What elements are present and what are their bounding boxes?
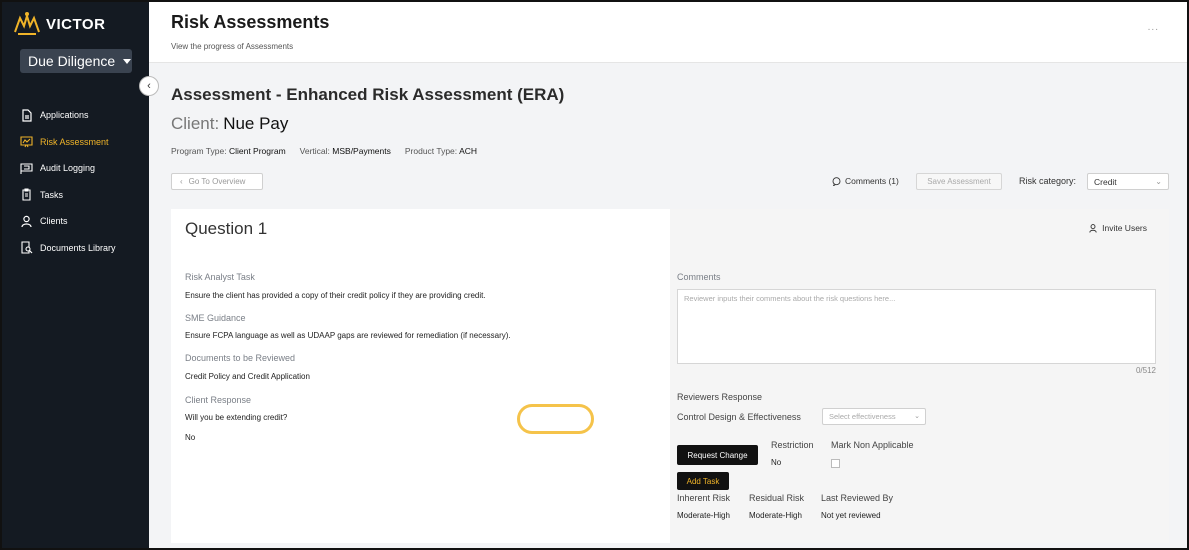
comments-textarea[interactable]: Reviewer inputs their comments about the… <box>677 289 1156 364</box>
character-counter: 0/512 <box>1135 366 1156 375</box>
sidebar-item-clients[interactable]: Clients <box>20 208 116 235</box>
risk-analyst-task-label: Risk Analyst Task <box>185 272 255 282</box>
sidebar: VICTOR Due Diligence Applications Risk A… <box>2 2 149 548</box>
sidebar-item-label: Documents Library <box>40 242 116 253</box>
program-type-value: Client Program <box>228 146 286 156</box>
question-title: Question 1 <box>185 219 268 238</box>
invite-users-label: Invite Users <box>1102 223 1147 233</box>
last-reviewed-label: Last Reviewed By <box>821 493 894 503</box>
sme-guidance-label: SME Guidance <box>185 313 246 323</box>
client-name: Nue Pay <box>223 114 289 133</box>
documents-reviewed-label: Documents to be Reviewed <box>185 353 296 363</box>
page-header: Risk Assessments View the progress of As… <box>149 2 1187 63</box>
risk-category-select[interactable]: Credit ⌄ <box>1087 173 1169 190</box>
documents-reviewed-text: Credit Policy and Credit Application <box>185 372 310 381</box>
inherent-risk-label: Inherent Risk <box>677 493 731 503</box>
vertical-label: Vertical: <box>299 146 330 156</box>
comments-button[interactable]: Comments (1) <box>832 176 899 186</box>
chevron-left-icon: ‹ <box>180 177 183 186</box>
invite-users-button[interactable]: Invite Users <box>1089 223 1147 233</box>
review-panel: Invite Users Comments Reviewer inputs th… <box>670 209 1169 543</box>
page-title: Risk Assessments <box>171 12 330 32</box>
client-question: Will you be extending credit? <box>185 413 288 422</box>
vertical: Vertical: MSB/Payments <box>300 146 391 156</box>
chevron-left-icon: ‹ <box>147 80 151 92</box>
clipboard-icon <box>22 188 31 201</box>
save-assessment-button[interactable]: Save Assessment <box>916 173 1002 190</box>
sidebar-item-audit-logging[interactable]: Audit Logging <box>20 155 116 182</box>
product-type: Product Type: ACH <box>405 146 477 156</box>
chevron-down-icon: ⌄ <box>914 413 920 420</box>
page-subtitle: View the progress of Assessments <box>171 42 294 51</box>
last-reviewed-value: Not yet reviewed <box>821 511 881 520</box>
assessment-title: Assessment - Enhanced Risk Assessment (E… <box>171 85 565 104</box>
sidebar-item-documents-library[interactable]: Documents Library <box>20 235 116 262</box>
program-type-label: Program Type: <box>171 146 227 156</box>
reviewers-response-label: Reviewers Response <box>677 392 763 402</box>
sidebar-collapse-button[interactable]: ‹ <box>139 76 159 96</box>
sidebar-nav: Applications Risk Assessment Audit Loggi… <box>20 102 116 261</box>
sidebar-item-label: Clients <box>40 216 68 227</box>
sidebar-item-label: Audit Logging <box>40 163 96 174</box>
user-icon <box>21 215 32 227</box>
go-to-overview-label: Go To Overview <box>188 177 246 186</box>
question-panel: Question 1 Risk Analyst Task Ensure the … <box>171 209 670 543</box>
add-task-button[interactable]: Add Task <box>677 472 729 490</box>
risk-analyst-task-text: Ensure the client has provided a copy of… <box>185 291 486 300</box>
add-task-highlight-ring <box>517 404 594 434</box>
program-type: Program Type: Client Program <box>171 146 286 156</box>
client-heading: Client: Nue Pay <box>171 114 288 134</box>
comments-label: Comments (1) <box>845 176 899 186</box>
brand-name: VICTOR <box>46 15 106 33</box>
inherent-risk-value: Moderate-High <box>677 511 730 520</box>
sidebar-item-tasks[interactable]: Tasks <box>20 182 116 209</box>
caret-down-icon <box>123 58 132 64</box>
restriction-value: No <box>771 458 782 467</box>
mark-non-applicable-checkbox[interactable] <box>831 459 840 468</box>
effectiveness-select[interactable]: Select effectiveness ⌄ <box>822 408 926 425</box>
sidebar-item-applications[interactable]: Applications <box>20 102 116 129</box>
sme-guidance-text: Ensure FCPA language as well as UDAAP ga… <box>185 331 511 340</box>
comments-label: Comments <box>677 272 721 282</box>
product-type-label: Product Type: <box>404 146 458 156</box>
sidebar-item-risk-assessment[interactable]: Risk Assessment <box>20 129 116 156</box>
flag-board-icon <box>20 163 33 174</box>
client-answer: No <box>185 433 196 442</box>
document-icon <box>22 109 32 122</box>
chevron-down-icon: ⌄ <box>1155 177 1162 186</box>
residual-risk-label: Residual Risk <box>749 493 805 503</box>
effectiveness-placeholder: Select effectiveness <box>829 412 896 421</box>
document-search-icon <box>21 241 33 254</box>
victor-logo-icon <box>14 12 40 35</box>
request-change-button[interactable]: Request Change <box>677 445 758 465</box>
sidebar-item-label: Tasks <box>40 189 64 200</box>
chart-board-icon <box>20 136 33 148</box>
client-label: Client: <box>171 114 220 133</box>
main-content: Assessment - Enhanced Risk Assessment (E… <box>149 63 1187 548</box>
control-design-label: Control Design & Effectiveness <box>677 412 801 422</box>
user-icon <box>1089 223 1097 233</box>
module-selector[interactable]: Due Diligence <box>20 49 132 73</box>
vertical-value: MSB/Payments <box>332 146 391 156</box>
risk-category-label: Risk category: <box>1019 176 1077 186</box>
comment-bubble-icon <box>832 176 841 186</box>
assessment-meta: Program Type: Client Program Vertical: M… <box>171 146 477 156</box>
module-selector-label: Due Diligence <box>28 53 116 69</box>
client-response-label: Client Response <box>185 395 252 405</box>
restriction-label: Restriction <box>771 440 814 450</box>
risk-category-value: Credit <box>1094 176 1117 187</box>
sidebar-item-label: Applications <box>40 110 89 121</box>
go-to-overview-button[interactable]: ‹ Go To Overview <box>171 173 263 190</box>
more-options-icon[interactable]: ... <box>1148 22 1159 33</box>
product-type-value: ACH <box>459 146 478 156</box>
mark-non-applicable-label: Mark Non Applicable <box>831 440 914 450</box>
brand-logo[interactable]: VICTOR <box>12 10 105 38</box>
sidebar-item-label: Risk Assessment <box>40 136 109 147</box>
residual-risk-value: Moderate-High <box>749 511 802 520</box>
